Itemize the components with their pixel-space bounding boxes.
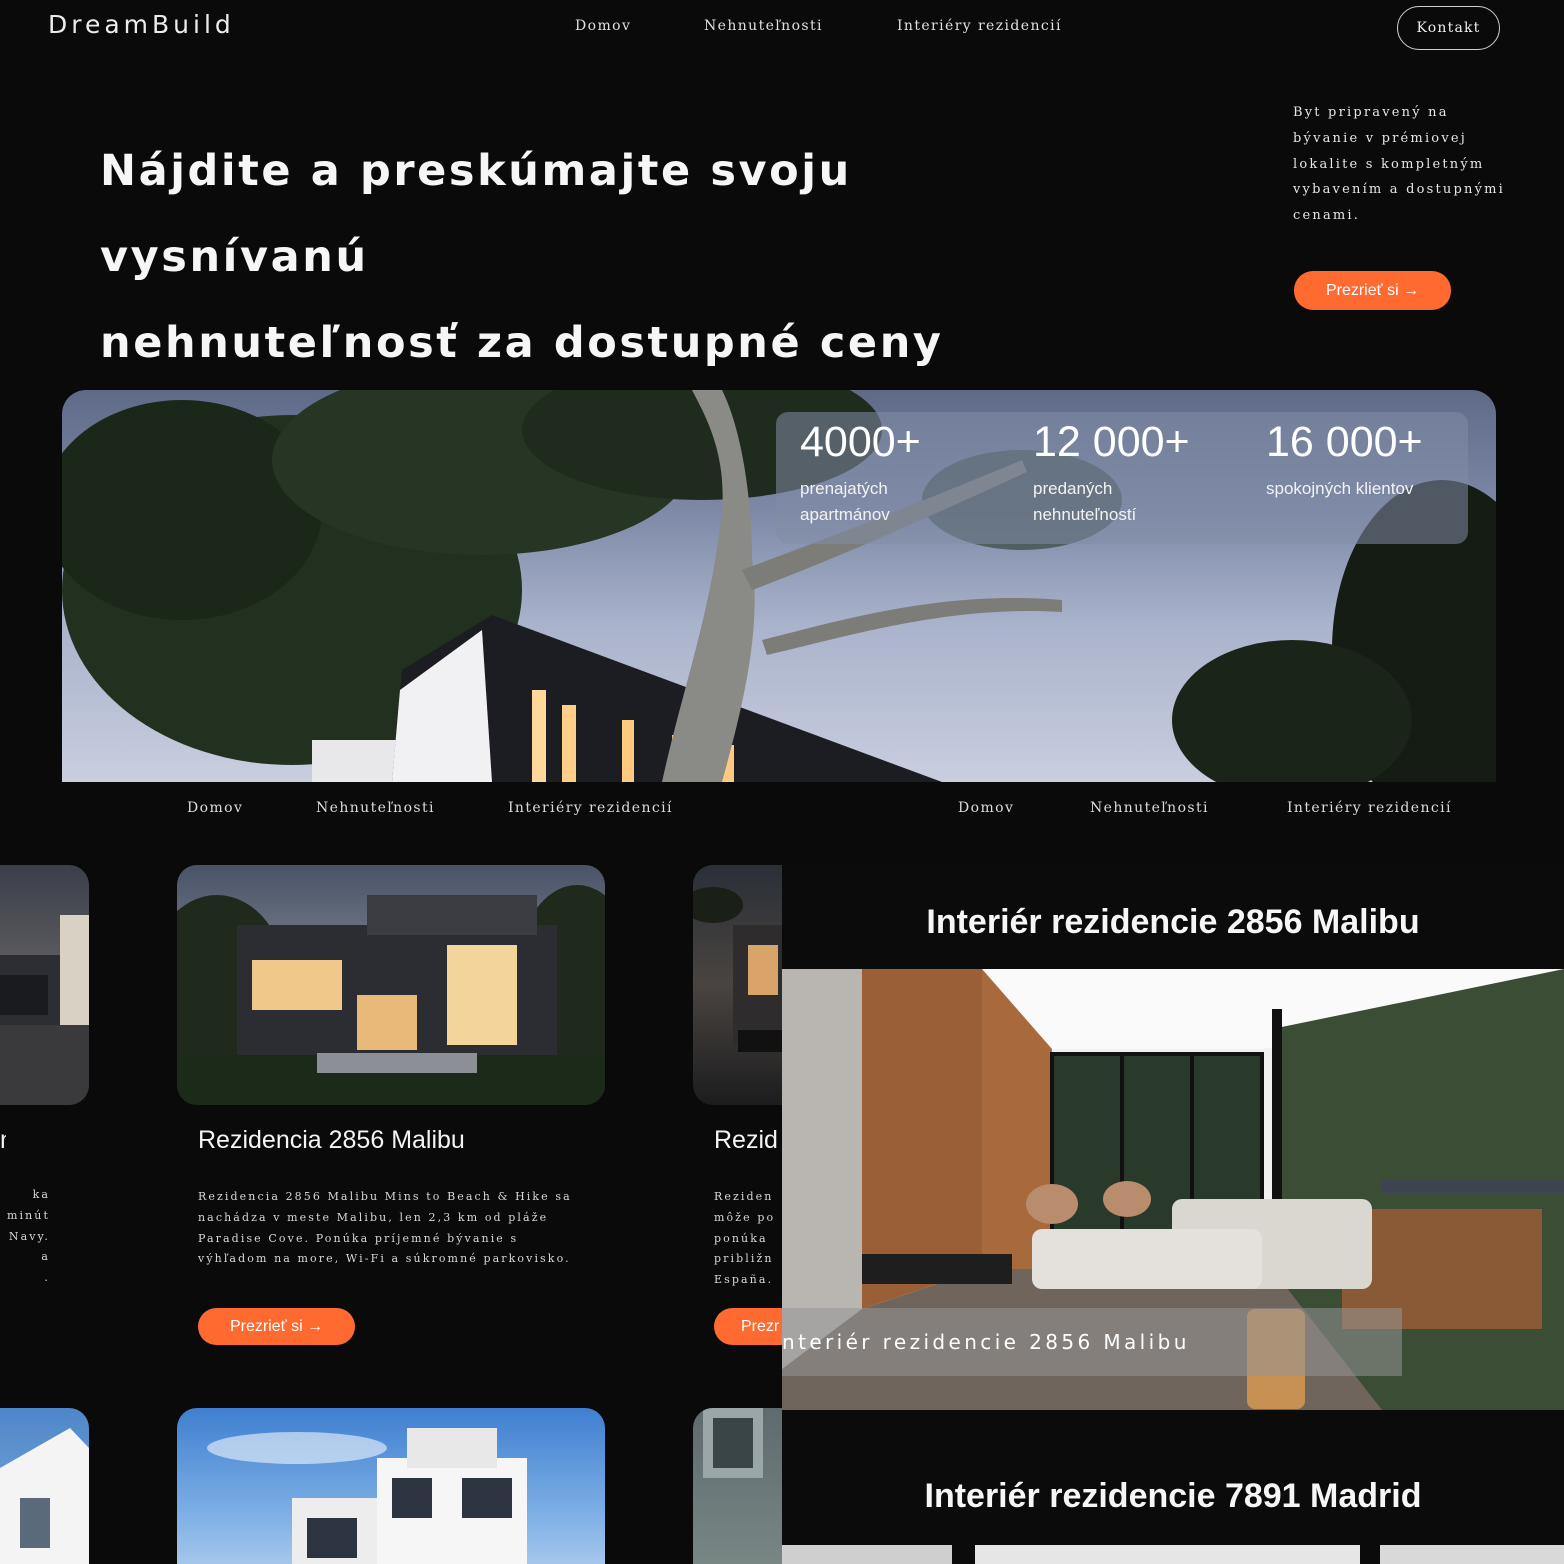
card-right-desc-line: Reziden bbox=[714, 1190, 774, 1203]
nav2-right-nehnutelnosti[interactable]: Nehnuteľnosti bbox=[1090, 800, 1209, 816]
nav2-right-domov[interactable]: Domov bbox=[958, 800, 1014, 816]
card-main-description: Rezidencia 2856 Malibu Mins to Beach & H… bbox=[198, 1190, 572, 1266]
card-left-desc-line: minút bbox=[6, 1208, 50, 1222]
white-villa-illustration bbox=[207, 1428, 527, 1564]
facade-illustration bbox=[703, 1408, 763, 1478]
nav-domov[interactable]: Domov bbox=[575, 18, 631, 34]
card-left-desc-line: ka bbox=[32, 1188, 50, 1201]
card-left-desc-line: . bbox=[44, 1271, 50, 1285]
madrid-image-left[interactable] bbox=[782, 1545, 952, 1564]
card-right-description: Reziden môže po ponúka približn España. bbox=[714, 1187, 782, 1291]
logo[interactable]: DreamBuild bbox=[48, 10, 235, 39]
nav-nehnutelnosti[interactable]: Nehnuteľnosti bbox=[704, 18, 823, 34]
stat-value-apartments: 4000+ bbox=[800, 418, 921, 466]
nav2-left-domov[interactable]: Domov bbox=[187, 800, 243, 816]
interior-heading-madrid: Interiér rezidencie 7891 Madrid bbox=[924, 1477, 1422, 1515]
card-bottom-main-image[interactable] bbox=[177, 1408, 605, 1564]
card-right-desc-line: približn bbox=[714, 1252, 774, 1266]
card-right-desc-line: ponúka bbox=[714, 1231, 768, 1245]
card-left-desc-line: a bbox=[41, 1250, 50, 1264]
card-left-desc-line: Navy. bbox=[8, 1229, 50, 1243]
nav-interiery[interactable]: Interiéry rezidencií bbox=[897, 18, 1062, 34]
stat-value-clients: 16 000+ bbox=[1266, 418, 1423, 466]
card-main-image[interactable] bbox=[177, 865, 605, 1105]
hero-title: Nájdite a preskúmajte svoju vysnívanú ne… bbox=[100, 128, 1100, 386]
madrid-image-right[interactable] bbox=[1380, 1545, 1564, 1564]
hero-title-line2: nehnuteľnosť za dostupné ceny bbox=[100, 318, 944, 368]
stat-label-apartments: prenajatých apartmánov bbox=[800, 479, 890, 524]
hero-cta-button[interactable]: Prezrieť si → bbox=[1294, 271, 1451, 310]
interior-panel: Interiér rezidencie 2856 Malibu nteriér … bbox=[782, 865, 1564, 1564]
card-left-image[interactable] bbox=[0, 865, 89, 1105]
card-right-cta-button[interactable]: Prezr bbox=[714, 1308, 782, 1345]
white-house-illustration bbox=[0, 1428, 89, 1564]
nav2-left-interiery[interactable]: Interiéry rezidencií bbox=[508, 800, 673, 816]
card-left-description: ka minút Navy. a . bbox=[0, 1185, 50, 1295]
house-illustration bbox=[0, 915, 89, 1105]
card-right-title: Rezid bbox=[714, 1126, 778, 1154]
modern-house-illustration bbox=[177, 885, 605, 1105]
card-right-desc-line: môže po bbox=[714, 1210, 776, 1224]
house-palm-illustration bbox=[693, 887, 782, 1052]
madrid-image-main[interactable] bbox=[975, 1545, 1360, 1564]
stat-value-properties: 12 000+ bbox=[1033, 418, 1190, 466]
hero-side-text: Byt pripravený na bývanie v prémiovej lo… bbox=[1293, 105, 1506, 224]
interior-caption: nteriér rezidencie 2856 Malibu bbox=[782, 1330, 1190, 1354]
card-right-desc-line: España. bbox=[714, 1273, 774, 1287]
nav2-left-nehnutelnosti[interactable]: Nehnuteľnosti bbox=[316, 800, 435, 816]
card-main-cta-button[interactable]: Prezrieť si → bbox=[198, 1308, 355, 1345]
stat-label-properties: predaných nehnuteľností bbox=[1033, 479, 1137, 524]
nav2-right-interiery[interactable]: Interiéry rezidencií bbox=[1287, 800, 1452, 816]
card-bottom-left-image[interactable] bbox=[0, 1408, 89, 1564]
card-main-title: Rezidencia 2856 Malibu bbox=[198, 1126, 465, 1154]
stat-label-clients: spokojných klientov bbox=[1266, 479, 1414, 498]
interior-heading-malibu: Interiér rezidencie 2856 Malibu bbox=[926, 903, 1420, 941]
hero-title-line1: Nájdite a preskúmajte svoju vysnívanú bbox=[100, 146, 852, 282]
contact-button[interactable]: Kontakt bbox=[1397, 6, 1500, 50]
card-left-title: n bbox=[0, 1126, 6, 1155]
